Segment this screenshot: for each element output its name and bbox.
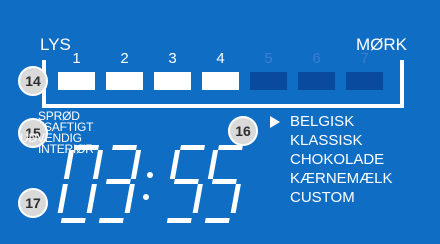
recipe-item-buttermilk[interactable]: KÆRNEMÆLK [290,169,393,188]
timer-display [57,145,243,223]
timer-colon-bottom [143,194,149,200]
selected-recipe-arrow-icon [270,116,280,128]
timer-segment [218,145,243,150]
timer-segment [74,145,100,150]
timer-segment [204,218,230,223]
recipe-item-classic[interactable]: KLASSISK [290,131,393,150]
shade-level-bars [58,72,398,92]
timer-segment [105,179,131,184]
timer-segment [192,184,203,213]
shade-level-bar-2[interactable] [106,72,143,90]
recipe-menu: BELGISK KLASSISK CHOKOLADE KÆRNEMÆLK CUS… [290,112,393,207]
shade-level-number-2: 2 [120,50,129,67]
shade-level-number-6: 6 [312,50,321,67]
shade-level-number-1: 1 [72,50,81,67]
timer-segment [130,150,142,179]
timer-colon-top [147,172,153,178]
shade-level-bar-1[interactable] [58,72,95,90]
timer-segment [211,179,237,184]
timer-segment [169,150,181,179]
timer-segment [173,179,199,184]
shade-level-bar-7[interactable] [346,72,383,90]
timer-segment [207,150,219,179]
timer-segment [57,184,68,213]
shade-level-bar-3[interactable] [154,72,191,90]
recipe-item-custom[interactable]: CUSTOM [290,188,393,207]
timer-segment [124,184,135,213]
shade-level-number-4: 4 [216,50,225,67]
shade-level-bar-6[interactable] [298,72,335,90]
waffle-maker-display: LYS MØRK 14 15 16 17 SPRØD SAFTIGT UDVEN… [0,0,440,244]
timer-segment [98,218,124,223]
timer-segment [180,145,205,150]
timer-segment [166,218,192,223]
shade-level-bar-4[interactable] [202,72,239,90]
callout-badge-recipe: 16 [228,116,258,146]
timer-segment [112,145,137,150]
shade-level-number-3: 3 [168,50,177,67]
shade-level-number-7: 7 [360,50,369,67]
recipe-item-chocolate[interactable]: CHOKOLADE [290,150,393,169]
timer-segment [230,184,241,213]
shade-level-number-5: 5 [264,50,273,67]
timer-segment [60,218,86,223]
timer-segment [92,150,104,179]
timer-segment [63,150,75,179]
shade-level-bar-5[interactable] [250,72,287,90]
recipe-item-belgian[interactable]: BELGISK [290,112,393,131]
timer-segment [86,184,97,213]
callout-badge-shade: 14 [18,66,48,96]
